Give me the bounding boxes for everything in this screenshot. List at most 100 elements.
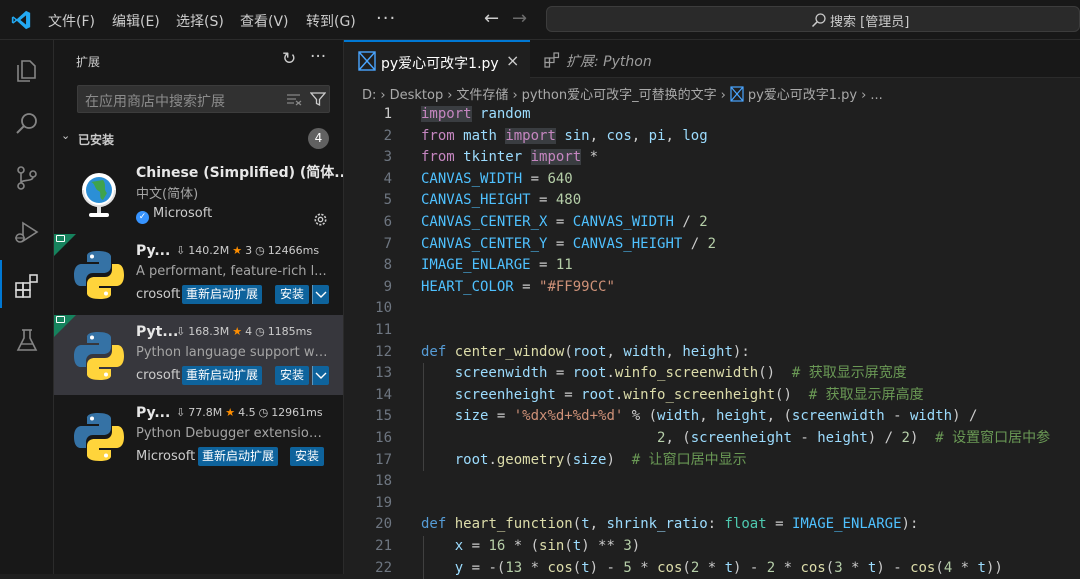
- code-line[interactable]: IMAGE_ENLARGE = 11: [421, 255, 573, 277]
- extension-item[interactable]: Pyt... ⇩ 168.3M ★ 4 ◷ 1185ms Python language …: [54, 315, 343, 395]
- code-line[interactable]: CANVAS_WIDTH = 640: [421, 169, 573, 191]
- search-icon: [16, 113, 37, 134]
- python-icon: [74, 332, 124, 380]
- gear-icon[interactable]: [312, 211, 329, 228]
- extensions-sidebar: 扩展 ↻ ··· 在应用商店中搜索扩展 ⌄ 已安装 4 Chinese (Sim…: [54, 40, 344, 574]
- editor-tabs: py爱心可改字1.py × 扩展: Python: [344, 40, 1080, 78]
- source-control-icon: [17, 166, 37, 190]
- extension-name: Chinese (Simplified) (简体...: [136, 165, 343, 181]
- tab-extension-python[interactable]: 扩展: Python: [530, 40, 680, 78]
- code-editor[interactable]: 1 import random 2 from math import sin, cos…: [344, 104, 1080, 579]
- extension-item[interactable]: Py... ⇩ 140.2M ★ 3 ◷ 12466ms A performant, fe…: [54, 234, 343, 314]
- code-line[interactable]: HEART_COLOR = "#FF99CC": [421, 277, 615, 299]
- line-number: 20: [375, 516, 392, 533]
- search-icon: [811, 13, 826, 28]
- breadcrumb-item[interactable]: Desktop: [390, 88, 444, 103]
- line-number: 5: [383, 192, 392, 209]
- line-number: 7: [383, 235, 392, 252]
- extension-stats: ⇩ 77.8M ★ 4.5 ◷ 12961ms: [176, 406, 323, 419]
- badge-icon: [56, 316, 65, 323]
- code-line[interactable]: from tkinter import *: [421, 147, 598, 169]
- indent-guide: [423, 536, 424, 579]
- line-number: 9: [383, 278, 392, 295]
- breadcrumb-item[interactable]: 文件存储: [456, 88, 508, 103]
- back-arrow-icon[interactable]: ←: [484, 8, 499, 29]
- chevron-right-icon: ›: [447, 88, 453, 103]
- line-number: 10: [375, 300, 392, 317]
- menu-go[interactable]: 转到(G): [306, 11, 356, 31]
- activity-search[interactable]: [0, 98, 54, 146]
- code-line[interactable]: def heart_function(t, shrink_ratio: floa…: [421, 514, 918, 536]
- extension-stats: ⇩ 168.3M ★ 4 ◷ 1185ms: [176, 325, 313, 338]
- activity-explorer[interactable]: [0, 44, 54, 92]
- badge-icon: [56, 235, 65, 242]
- activity-run-debug[interactable]: [0, 206, 54, 254]
- install-button[interactable]: 安装: [275, 285, 310, 304]
- title-bar: 文件(F) 编辑(E) 选择(S) 查看(V) 转到(G) ··· ← → 搜索…: [0, 0, 1080, 40]
- restart-extension-button[interactable]: 重新启动扩展: [198, 447, 279, 466]
- files-icon: [17, 60, 36, 82]
- code-line[interactable]: y = -(13 * cos(t) - 5 * cos(2 * t) - 2 *…: [421, 558, 1003, 579]
- activity-testing[interactable]: [0, 314, 54, 362]
- verified-publisher-icon: ✓: [136, 211, 149, 224]
- menu-selection[interactable]: 选择(S): [176, 11, 224, 31]
- code-line[interactable]: CANVAS_CENTER_X = CANVAS_WIDTH / 2: [421, 212, 708, 234]
- code-line[interactable]: CANVAS_CENTER_Y = CANVAS_HEIGHT / 2: [421, 234, 716, 256]
- install-button[interactable]: 安装: [290, 447, 325, 466]
- filter-icon[interactable]: [310, 91, 326, 107]
- code-line[interactable]: x = 16 * (sin(t) ** 3): [421, 536, 641, 558]
- line-number: 21: [375, 538, 392, 554]
- menu-file[interactable]: 文件(F): [48, 11, 95, 31]
- menu-edit[interactable]: 编辑(E): [112, 11, 160, 31]
- activity-source-control[interactable]: [0, 152, 54, 200]
- code-line[interactable]: root.geometry(size) # 让窗口居中显示: [421, 450, 747, 472]
- activity-extensions[interactable]: [0, 260, 54, 308]
- install-dropdown-button[interactable]: [312, 285, 329, 304]
- breadcrumb-item[interactable]: D:: [362, 88, 376, 103]
- menu-view[interactable]: 查看(V): [240, 11, 289, 31]
- code-line[interactable]: screenheight = root.winfo_screenheight()…: [421, 385, 924, 407]
- code-line[interactable]: size = '%dx%d+%d+%d' % (width, height, (…: [421, 406, 978, 428]
- extension-publisher: crosoft: [136, 287, 181, 302]
- globe-icon: [82, 173, 116, 217]
- refresh-icon[interactable]: ↻: [282, 49, 296, 69]
- code-line[interactable]: def center_window(root, width, height):: [421, 342, 750, 364]
- indent-guide: [423, 363, 424, 472]
- restart-extension-button[interactable]: 重新启动扩展: [182, 285, 263, 304]
- code-line[interactable]: 2, (screenheight - height) / 2) # 设置窗口居中…: [421, 428, 1050, 450]
- installed-section-header[interactable]: ⌄ 已安装 4: [54, 128, 344, 150]
- extension-publisher: Microsoft: [136, 449, 196, 464]
- forward-arrow-icon[interactable]: →: [512, 8, 527, 29]
- code-line[interactable]: CANVAS_HEIGHT = 480: [421, 190, 581, 212]
- extension-description: 中文(简体): [136, 187, 199, 202]
- more-actions-icon[interactable]: ···: [310, 47, 326, 67]
- code-line[interactable]: import random: [421, 104, 531, 126]
- extension-name: Pyt...: [136, 324, 179, 340]
- breadcrumb-item[interactable]: ...: [870, 88, 882, 103]
- extension-item[interactable]: Py... ⇩ 77.8M ★ 4.5 ◷ 12961ms Python Debugger…: [54, 396, 343, 476]
- vscode-logo-icon[interactable]: [10, 9, 32, 31]
- extension-item[interactable]: Chinese (Simplified) (简体... 中文(简体) ✓ Micr…: [54, 153, 343, 233]
- beaker-icon: [16, 329, 38, 351]
- close-icon[interactable]: ×: [506, 51, 519, 70]
- install-button[interactable]: 安装: [275, 366, 310, 385]
- breadcrumb-item[interactable]: python爱心可改字_可替换的文字: [522, 88, 717, 103]
- tab-py-file[interactable]: py爱心可改字1.py ×: [344, 40, 530, 78]
- extension-search-input[interactable]: 在应用商店中搜索扩展: [77, 85, 330, 113]
- python-icon: [74, 413, 124, 461]
- command-center-search[interactable]: 搜索 [管理员]: [546, 6, 1080, 32]
- breadcrumb-item[interactable]: py爱心可改字1.py: [748, 88, 857, 103]
- installed-count-badge: 4: [308, 128, 329, 149]
- code-line[interactable]: screenwidth = root.winfo_screenwidth() #…: [421, 363, 907, 385]
- star-icon: ★: [232, 244, 243, 257]
- install-dropdown-button[interactable]: [312, 366, 329, 385]
- extensions-icon: [15, 274, 38, 298]
- extension-stats: ⇩ 140.2M ★ 3 ◷ 12466ms: [176, 244, 320, 257]
- chevron-down-icon: [315, 291, 327, 298]
- code-line[interactable]: from math import sin, cos, pi, log: [421, 126, 708, 148]
- restart-extension-button[interactable]: 重新启动扩展: [182, 366, 263, 385]
- clear-filter-icon[interactable]: [286, 92, 302, 106]
- run-debug-icon: [15, 221, 39, 243]
- activity-bar: [0, 40, 54, 574]
- menu-more-button[interactable]: ···: [376, 8, 396, 29]
